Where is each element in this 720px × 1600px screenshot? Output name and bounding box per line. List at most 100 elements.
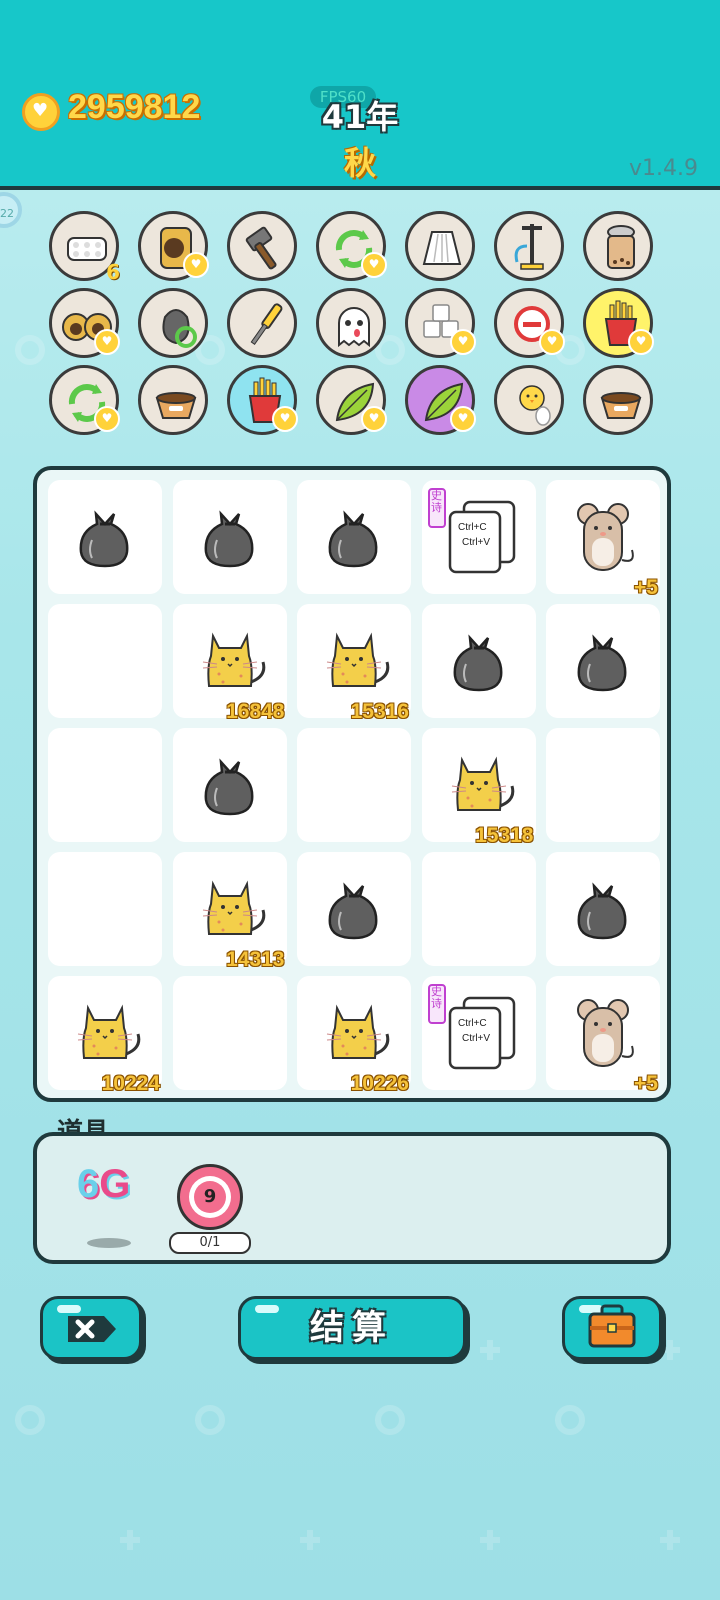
- board-cell[interactable]: 10226: [297, 976, 411, 1095]
- board-cell[interactable]: [421, 604, 536, 718]
- target-number: 9: [194, 1181, 226, 1213]
- cell-value: 10224: [101, 1072, 160, 1095]
- 6g-prop-letter: G: [99, 1162, 131, 1206]
- board-cell[interactable]: 10224: [48, 976, 162, 1095]
- trash-bag-icon: [577, 634, 627, 692]
- 6g-prop[interactable]: 6G: [77, 1162, 130, 1207]
- empty-cell[interactable]: [48, 604, 162, 718]
- empty-cell[interactable]: [172, 976, 287, 1090]
- item-slot[interactable]: [316, 288, 386, 358]
- item-slot[interactable]: [494, 211, 564, 281]
- board-cell[interactable]: [297, 852, 411, 966]
- item-slot[interactable]: ♥: [316, 211, 387, 281]
- cell-value: 10226: [350, 1072, 409, 1095]
- heart-badge-icon: ♥: [361, 252, 387, 278]
- empty-cell[interactable]: [421, 852, 536, 966]
- empty-cell[interactable]: [546, 728, 660, 842]
- trash-bag-icon: [453, 634, 502, 692]
- item-slot[interactable]: [494, 365, 564, 435]
- item-slot[interactable]: [227, 288, 297, 358]
- item-slot[interactable]: ♥: [138, 211, 209, 281]
- board-cell[interactable]: [546, 852, 660, 966]
- board-cell[interactable]: +5: [546, 976, 660, 1095]
- item-slot[interactable]: [583, 365, 653, 435]
- item-count: 6: [106, 260, 120, 284]
- cell-value: +5: [634, 576, 658, 599]
- board-cell[interactable]: 15316: [297, 604, 411, 723]
- close-button[interactable]: [40, 1296, 142, 1360]
- cell-value: 15316: [350, 700, 409, 723]
- board-cell[interactable]: 14313: [172, 852, 287, 971]
- board-cell[interactable]: [172, 728, 287, 842]
- heart-badge-icon: ♥: [450, 329, 476, 355]
- heart-badge-icon: ♥: [539, 329, 565, 355]
- trash-bag-icon: [204, 758, 253, 816]
- item-slot[interactable]: ♥: [405, 365, 476, 435]
- board-cell[interactable]: [48, 480, 162, 594]
- item-slot[interactable]: ♥: [405, 288, 476, 358]
- hammer-icon: [245, 226, 277, 270]
- 6g-prop-shadow: [87, 1238, 131, 1248]
- item-slot[interactable]: [405, 211, 475, 281]
- chick-egg-icon: [519, 385, 551, 426]
- cell-value: 16848: [226, 700, 285, 723]
- target-prop-count: 0/1: [169, 1232, 251, 1254]
- trash-bag-icon: [577, 882, 627, 940]
- empty-cell[interactable]: [48, 728, 162, 842]
- heart-badge-icon: ♥: [272, 406, 298, 432]
- top-bar: ♥ 2959812 FPS60 41年 秋 v1.4.9: [0, 0, 720, 190]
- screwdriver-icon: [250, 303, 283, 346]
- empty-cell[interactable]: [48, 852, 162, 966]
- ghost-icon: [338, 307, 370, 348]
- game-season: 秋: [343, 144, 376, 182]
- cell-value: 15318: [475, 824, 534, 847]
- item-slot[interactable]: ♥: [494, 288, 565, 358]
- item-slot[interactable]: ♥: [316, 365, 387, 435]
- paste-shortcut-text: Ctrl+V: [462, 1033, 490, 1044]
- board-cell[interactable]: [297, 480, 411, 594]
- heart-badge-icon: ♥: [450, 406, 476, 432]
- board-cell[interactable]: [546, 604, 660, 718]
- board-cell[interactable]: +5: [546, 480, 660, 599]
- briefcase-icon: [588, 1304, 636, 1348]
- heart-badge-icon: ♥: [183, 252, 209, 278]
- copy-shortcut-text: Ctrl+C: [458, 522, 487, 533]
- recycle-bag-icon: [162, 309, 197, 348]
- item-slot[interactable]: ♥: [583, 288, 654, 358]
- trash-bag-icon: [328, 882, 378, 940]
- settle-button-label: 结算: [310, 1308, 394, 1348]
- heart-badge-icon: ♥: [628, 329, 654, 355]
- board-cell[interactable]: 15318: [421, 728, 536, 847]
- milk-tea-icon: [607, 225, 635, 269]
- board-cell[interactable]: 史诗 Ctrl+C Ctrl+V: [421, 480, 536, 594]
- pet-bowl-icon: [155, 392, 197, 419]
- cell-value: +5: [634, 1072, 658, 1095]
- item-slot[interactable]: [138, 365, 208, 435]
- target-prop[interactable]: 9: [177, 1164, 243, 1230]
- game-year: 41年: [321, 98, 399, 136]
- settle-button[interactable]: 结算: [238, 1296, 466, 1360]
- board-cell[interactable]: 史诗 Ctrl+C Ctrl+V: [421, 976, 536, 1090]
- board-cell[interactable]: [172, 480, 287, 594]
- item-slot[interactable]: 6: [49, 211, 120, 284]
- pet-bowl-icon: [600, 392, 642, 419]
- item-slot[interactable]: [583, 211, 653, 281]
- trash-bag-icon: [328, 510, 378, 568]
- item-slot[interactable]: ♥: [49, 288, 120, 358]
- heart-badge-icon: ♥: [94, 406, 120, 432]
- pump-icon: [514, 224, 544, 270]
- backpack-button[interactable]: [562, 1296, 662, 1360]
- close-icon: [68, 1316, 116, 1342]
- empty-cell[interactable]: [297, 728, 411, 842]
- trash-bag-icon: [204, 510, 253, 568]
- copy-shortcut-text: Ctrl+C: [458, 1018, 487, 1029]
- item-slot[interactable]: ♥: [227, 365, 298, 435]
- board-cell[interactable]: 16848: [172, 604, 287, 723]
- skirt-icon: [422, 231, 462, 265]
- item-slot[interactable]: [227, 211, 297, 281]
- heart-badge-icon: ♥: [94, 329, 120, 355]
- item-slot[interactable]: [138, 288, 208, 358]
- 6g-prop-digit: 6: [77, 1162, 100, 1206]
- item-slot[interactable]: ♥: [49, 365, 120, 435]
- heart-badge-icon: ♥: [361, 406, 387, 432]
